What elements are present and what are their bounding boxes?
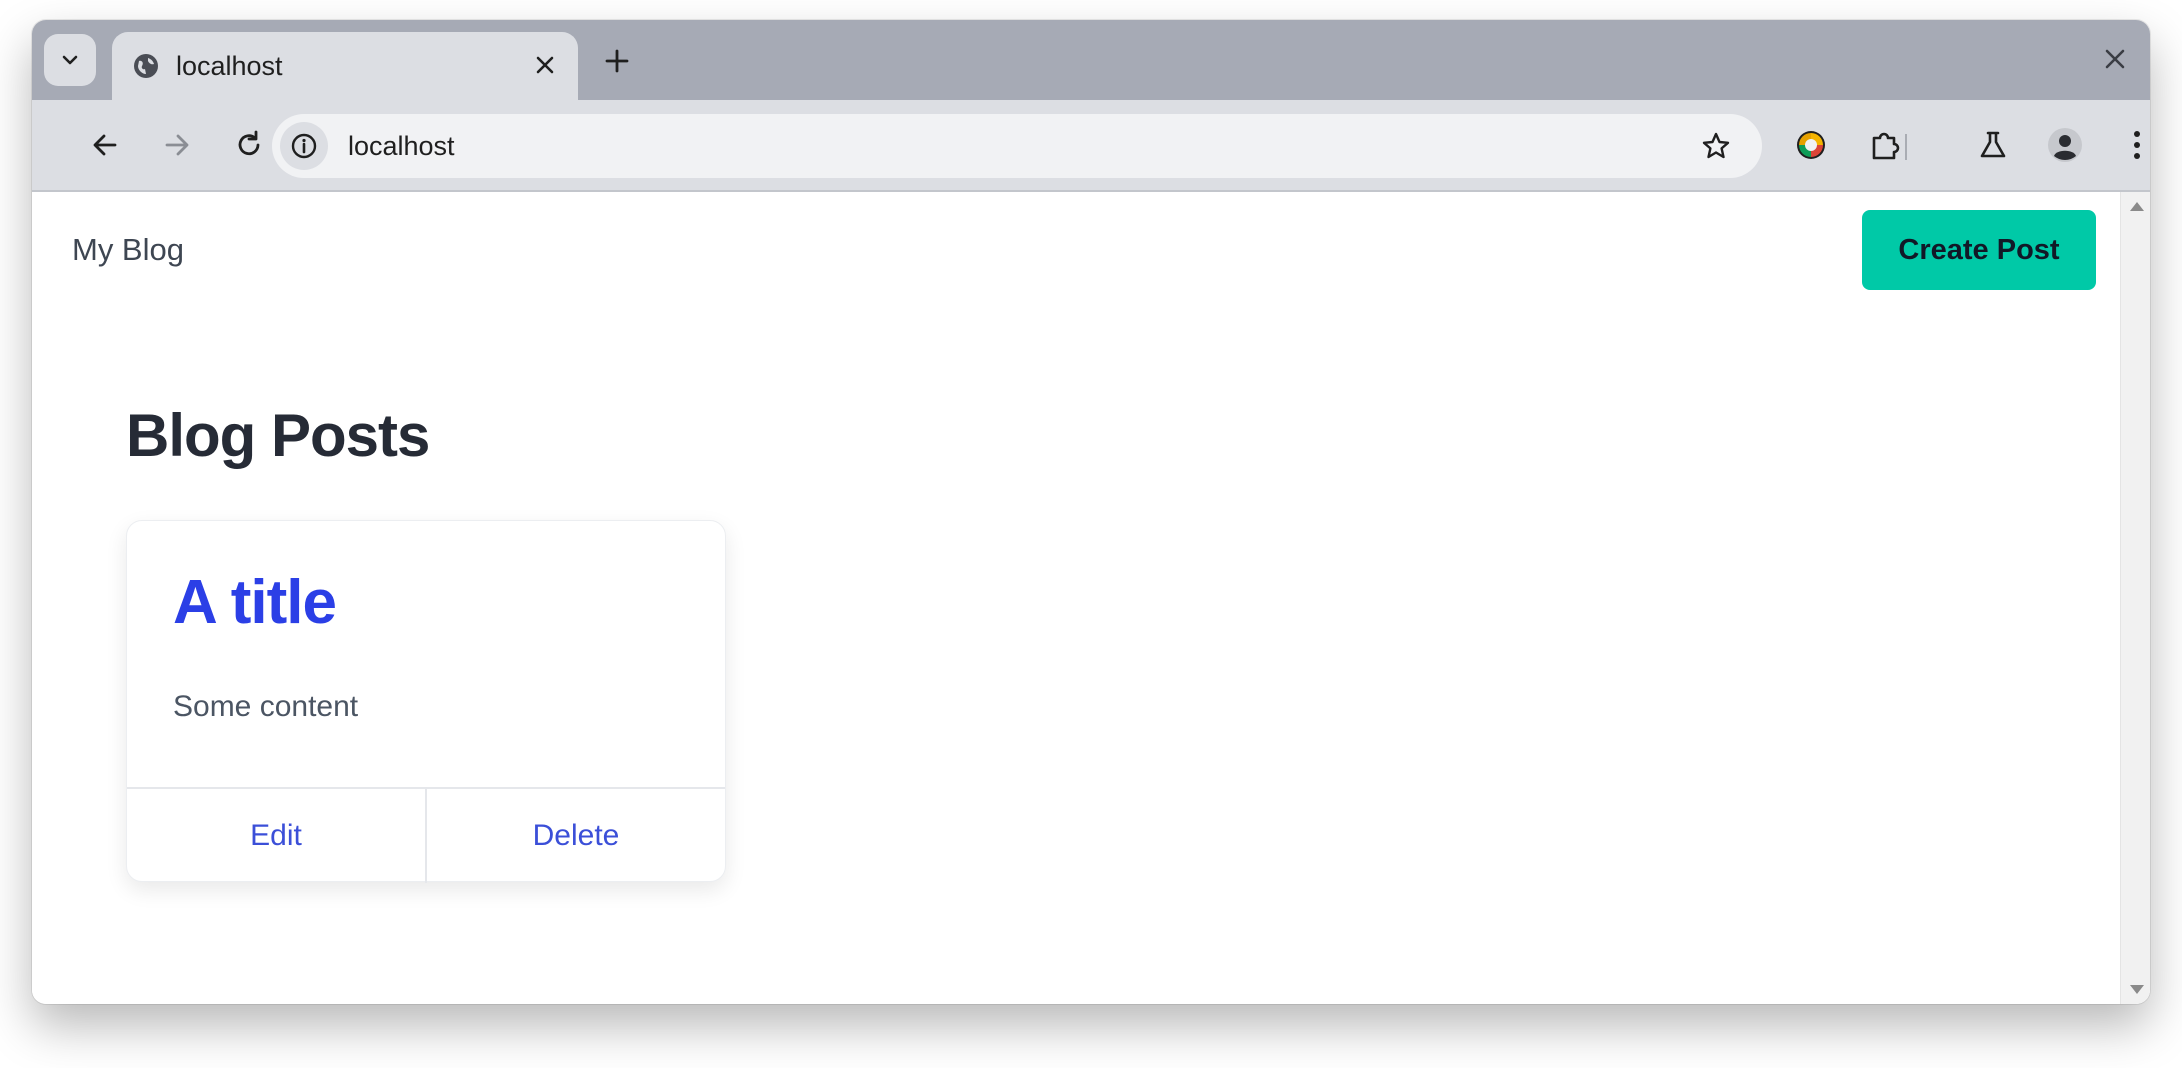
reload-icon (238, 130, 260, 156)
tab-strip: localhost (32, 20, 2150, 100)
page-viewport: My Blog Create Post Blog Posts A title S… (32, 192, 2150, 1004)
menu-button[interactable] (2118, 126, 2150, 164)
post-content: Some content (173, 690, 359, 723)
scroll-up-arrow[interactable] (2130, 202, 2144, 211)
avatar-icon (2048, 128, 2082, 162)
info-icon (291, 133, 317, 159)
url-text[interactable]: localhost (348, 128, 455, 164)
post-title[interactable]: A title (173, 565, 337, 641)
brand-link[interactable]: My Blog (72, 230, 184, 270)
delete-button[interactable]: Delete (425, 789, 725, 883)
color-extension-button[interactable] (1792, 126, 1830, 164)
tab-title: localhost (176, 51, 283, 81)
forward-button[interactable] (158, 126, 196, 164)
scroll-down-arrow[interactable] (2130, 985, 2144, 994)
post-actions: Edit Delete (127, 787, 725, 883)
create-post-button[interactable]: Create Post (1862, 210, 2096, 290)
arrow-right-icon (165, 134, 189, 156)
color-wheel-icon (1797, 131, 1825, 159)
close-icon[interactable] (2102, 46, 2128, 72)
browser-window: localhost localhost My Blog Create Post … (32, 20, 2150, 1004)
plus-icon[interactable] (602, 46, 632, 76)
labs-button[interactable] (1974, 126, 2012, 164)
toolbar-divider (1905, 134, 1907, 160)
extensions-button[interactable] (1866, 126, 1904, 164)
address-bar[interactable]: localhost (272, 114, 1762, 178)
flask-icon (1980, 131, 2006, 158)
page-title: Blog Posts (126, 402, 430, 469)
browser-tab[interactable]: localhost (112, 32, 578, 100)
browser-toolbar: localhost (32, 100, 2150, 192)
scrollbar[interactable] (2120, 192, 2150, 1004)
back-button[interactable] (86, 126, 124, 164)
close-icon[interactable] (532, 52, 558, 78)
puzzle-icon (1872, 132, 1900, 160)
post-card: A title Some content Edit Delete (126, 520, 726, 883)
globe-icon (134, 54, 158, 78)
more-vertical-icon (2134, 131, 2140, 159)
arrow-left-icon (93, 134, 117, 156)
site-info-button[interactable] (280, 122, 328, 170)
chevron-down-icon (62, 55, 78, 65)
edit-button[interactable]: Edit (127, 789, 425, 883)
star-icon[interactable] (1700, 130, 1732, 162)
reload-button[interactable] (230, 126, 268, 164)
profile-button[interactable] (2046, 126, 2084, 164)
tab-search-button[interactable] (44, 34, 96, 86)
